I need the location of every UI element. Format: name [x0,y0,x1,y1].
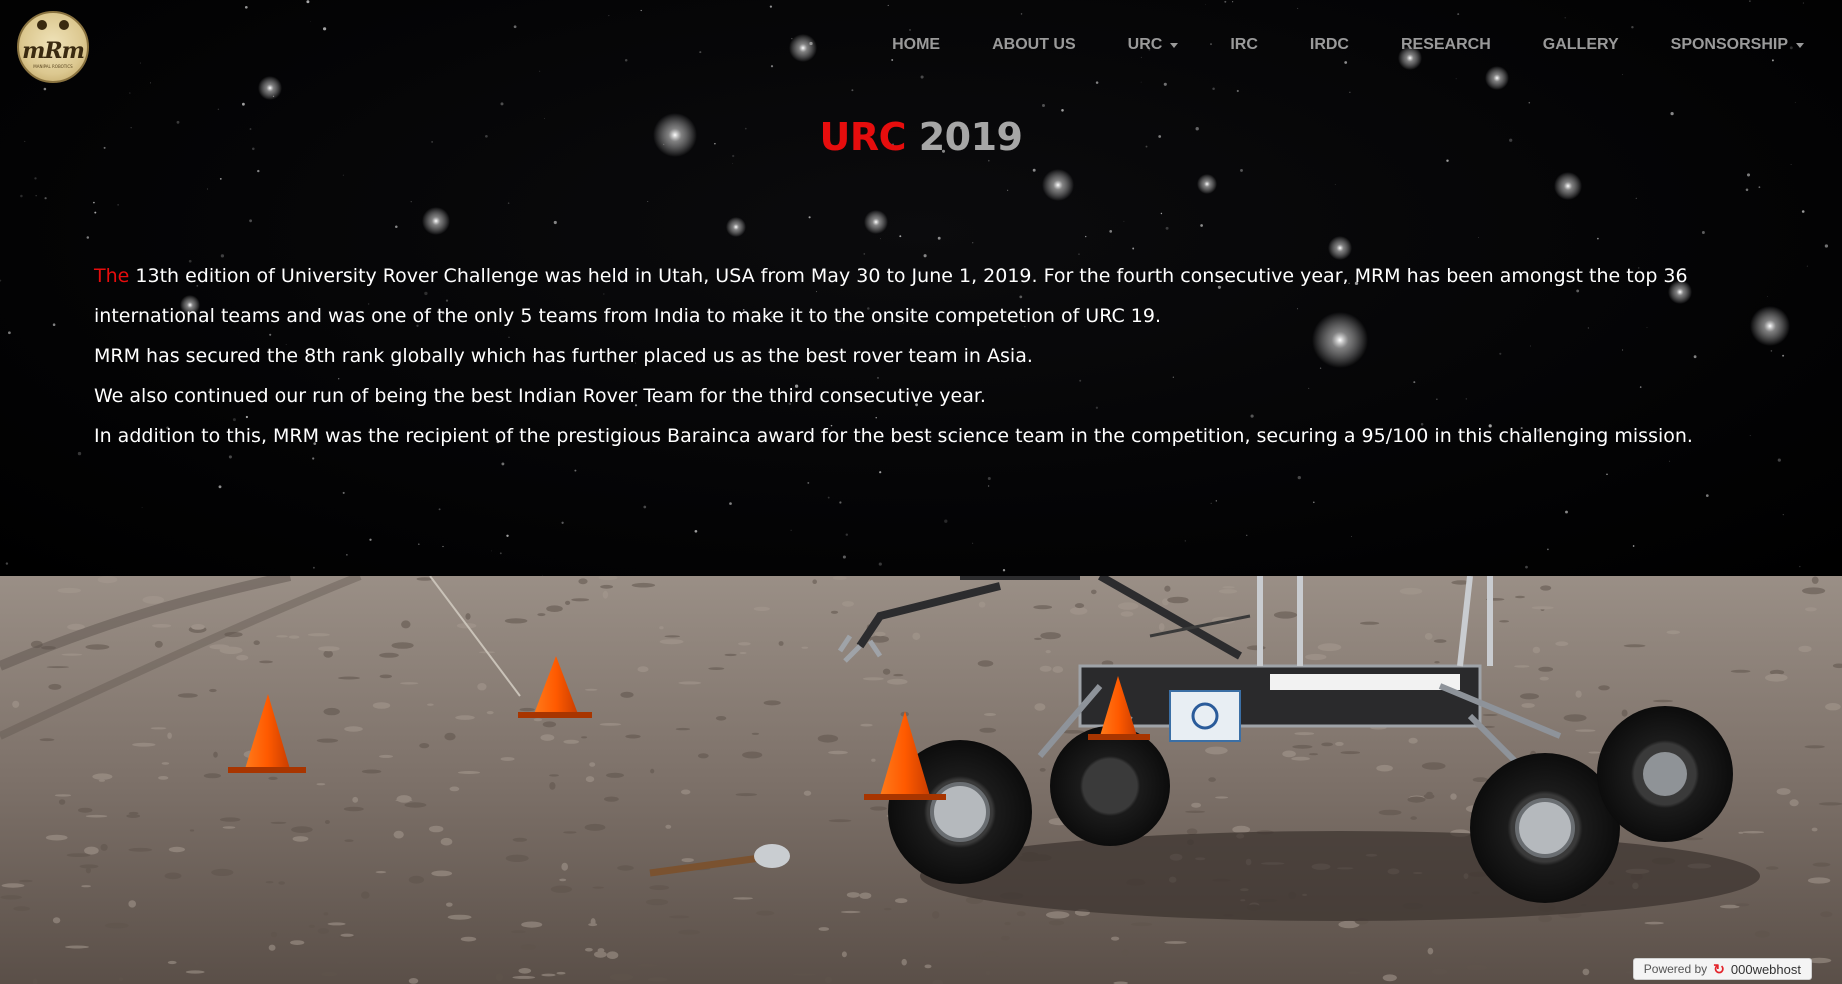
nav-irc[interactable]: IRC [1230,36,1258,54]
nav-irdc-label: IRDC [1309,36,1349,53]
nav-sponsorship-label: SPONSORSHIP [1670,36,1788,53]
nav-urc-dropdown[interactable]: URC [1128,36,1179,54]
nav-irc-label: IRC [1230,36,1258,53]
urc-description: The 13th edition of University Rover Cha… [94,256,1774,456]
description-line-3: We also continued our run of being the b… [94,385,986,407]
logo-text: mRm [22,38,85,64]
title-urc: URC [819,115,906,159]
mrm-logo[interactable]: mRm MANIPAL ROBOTICS [17,11,89,83]
page-title: URC 2019 [0,115,1842,159]
webhost-swirl-icon: ↻ [1713,960,1725,977]
space-banner: mRm MANIPAL ROBOTICS HOME ABOUT US URC I… [0,0,1842,576]
description-paragraph-1: The 13th edition of University Rover Cha… [94,256,1774,336]
caret-down-icon [1170,42,1179,48]
nav-urc-label: URC [1127,36,1163,53]
nav-research[interactable]: RESEARCH [1401,36,1491,54]
powered-by-badge[interactable]: Powered by ↻ 000webhost [1632,958,1812,980]
nav-home[interactable]: HOME [892,36,940,54]
nav-about-us-label: ABOUT US [992,36,1076,53]
nav-about-us[interactable]: ABOUT US [992,36,1076,54]
nav-irdc[interactable]: IRDC [1310,36,1349,54]
rover-photo: Powered by ↻ 000webhost [0,576,1842,984]
nav-home-label: HOME [892,36,941,53]
nav-gallery-label: GALLERY [1542,36,1619,53]
title-year: 2019 [918,115,1023,159]
caret-down-icon [1796,42,1804,48]
main-navigation: HOME ABOUT US URC IRC IRDC RESEARCH GALL… [840,36,1804,54]
description-line-2: MRM has secured the 8th rank globally wh… [94,345,1033,367]
logo-subtext: MANIPAL ROBOTICS [33,64,73,69]
powered-by-text: Powered by [1643,962,1708,976]
description-line-4: In addition to this, MRM was the recipie… [94,425,1693,447]
description-line-1: 13th edition of University Rover Challen… [94,265,1688,327]
nav-research-label: RESEARCH [1400,36,1491,53]
logo-antenna-icon [37,20,47,30]
rover-scene-illustration [0,576,1842,984]
nav-gallery[interactable]: GALLERY [1543,36,1619,54]
webhost-name: 000webhost [1730,961,1801,977]
description-lead-word: The [94,265,130,287]
logo-antenna-icon [59,20,69,30]
nav-sponsorship-dropdown[interactable]: SPONSORSHIP [1671,36,1804,54]
